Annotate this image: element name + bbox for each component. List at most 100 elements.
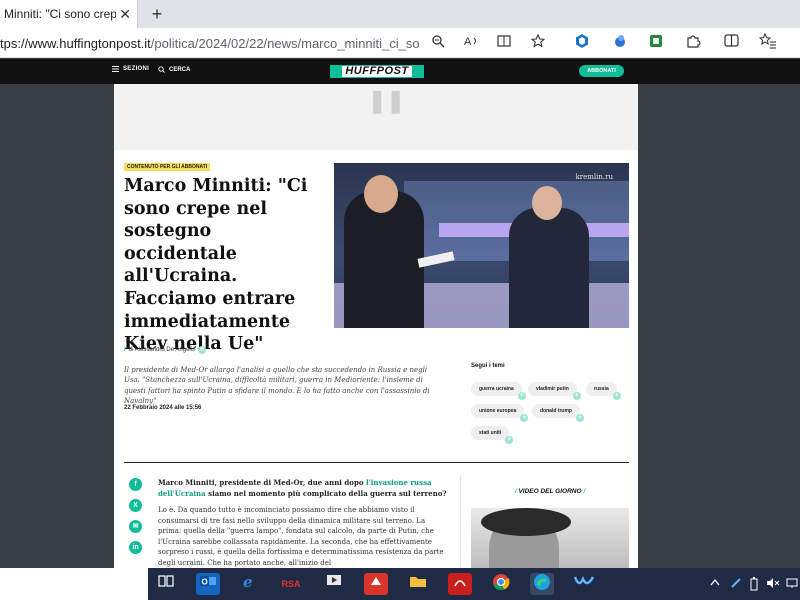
browser-tab[interactable]: Minniti: "Ci sono crepe ne ✕	[0, 0, 138, 28]
address-bar: tps://www.huffingtonpost.it/politica/202…	[0, 28, 800, 58]
pen-icon[interactable]	[730, 577, 742, 592]
interview-answer: Lo è. Da quando tutto è incominciato pos…	[158, 506, 444, 567]
tag-label: stati uniti	[479, 430, 502, 436]
file-explorer-icon[interactable]	[406, 573, 430, 595]
close-icon[interactable]: ✕	[119, 6, 131, 23]
share-x-icon[interactable]: X	[129, 499, 142, 512]
url-field[interactable]: tps://www.huffingtonpost.it/politica/202…	[0, 28, 420, 58]
os-taskbar: O e RSA	[0, 568, 800, 600]
favorites-list-icon[interactable]	[758, 32, 778, 53]
article-headline: Marco Minniti: "Ci sono crepe nel sosteg…	[124, 176, 308, 355]
tag-label: unione europea	[479, 408, 517, 414]
extension-green-icon[interactable]	[646, 33, 666, 53]
tag-guerra-ucraina[interactable]: guerra ucraina +	[471, 382, 526, 400]
subscriber-badge: CONTENUTO PER GLI ABBONATI	[124, 163, 211, 171]
battery-icon[interactable]	[750, 577, 758, 594]
task-view-icon[interactable]	[154, 573, 178, 595]
byline-slash: /	[124, 347, 126, 353]
tray-chevron-up-icon[interactable]	[710, 577, 720, 589]
sections-label: SEZIONI	[123, 66, 150, 72]
share-email-icon[interactable]: ✉	[129, 520, 142, 533]
photo-interviewer-head	[364, 175, 398, 213]
author-name[interactable]: di Alessandro De Angelis	[129, 347, 195, 353]
extensions-puzzle-icon[interactable]	[683, 33, 703, 53]
byline: / di Alessandro De Angelis +	[124, 346, 207, 354]
follow-tag-plus-icon[interactable]: +	[517, 392, 526, 400]
tag-label: russia	[594, 386, 609, 392]
subscribe-button[interactable]: ABBONATI	[579, 65, 624, 77]
search-icon	[158, 66, 165, 73]
tag-unione-europea[interactable]: unione europea +	[471, 404, 529, 422]
photo-interviewee	[509, 208, 589, 328]
svg-text:e: e	[243, 573, 253, 589]
interview-question: Marco Minniti, presidente di Med-Or, due…	[158, 478, 448, 499]
media-player-icon[interactable]	[322, 573, 346, 595]
acrobat-icon[interactable]	[448, 573, 472, 595]
article-page: ❚❚ CONTENUTO PER GLI ABBONATI Marco Minn…	[114, 84, 638, 568]
follow-tag-plus-icon[interactable]: +	[505, 436, 514, 444]
sections-menu-button[interactable]: SEZIONI	[112, 66, 149, 72]
volume-muted-icon[interactable]	[766, 577, 780, 592]
taskbar-search-area[interactable]	[0, 568, 148, 600]
new-tab-button[interactable]: +	[146, 3, 168, 25]
tag-stati-uniti[interactable]: stati uniti +	[471, 426, 514, 444]
hamburger-icon	[112, 66, 119, 72]
follow-author-plus-icon[interactable]: +	[198, 346, 207, 354]
follow-tag-plus-icon[interactable]: +	[572, 392, 581, 400]
tag-donald-trump[interactable]: donald trump +	[532, 404, 584, 422]
share-facebook-icon[interactable]: f	[129, 478, 142, 491]
follow-tag-plus-icon[interactable]: +	[612, 392, 621, 400]
search-label: CERCA	[169, 66, 191, 73]
huffpost-logo[interactable]: HUFFPOST	[330, 65, 424, 78]
tag-label: vladimir putin	[536, 386, 569, 392]
tag-russia[interactable]: russia +	[586, 382, 621, 400]
photo-watermark: kremlin.ru	[575, 173, 613, 181]
site-header: SEZIONI CERCA HUFFPOST ABBONATI	[0, 59, 800, 84]
share-linkedin-icon[interactable]: in	[129, 541, 142, 554]
follow-tag-plus-icon[interactable]: +	[520, 414, 529, 422]
article-body: Marco Minniti, presidente di Med-Or, due…	[158, 478, 448, 568]
video-hair	[481, 508, 571, 536]
url-path: /politica/2024/02/22/news/marco_minniti_…	[150, 35, 420, 51]
section-divider	[124, 462, 629, 463]
themes-title: Segui i temi	[471, 363, 505, 369]
tag-label: guerra ucraina	[479, 386, 514, 392]
internet-explorer-icon[interactable]: e	[238, 573, 262, 595]
ad-placeholder-icon: ❚❚	[368, 88, 405, 114]
video-slash-left: /	[514, 488, 517, 495]
article-lead: Il presidente di Med-Or allarga l'analis…	[124, 366, 430, 406]
video-thumbnail[interactable]	[471, 508, 629, 568]
question-text-end: siamo nel momento più complicato della g…	[205, 488, 447, 498]
edge-icon[interactable]	[530, 573, 554, 595]
app-red-icon[interactable]	[364, 573, 388, 595]
favorite-star-icon[interactable]	[528, 33, 548, 53]
search-button[interactable]: CERCA	[158, 66, 190, 73]
logo-text: HUFFPOST	[342, 66, 412, 77]
zoom-icon[interactable]	[428, 33, 448, 53]
webex-icon[interactable]	[572, 573, 596, 595]
split-screen-icon[interactable]	[722, 33, 742, 53]
chrome-icon[interactable]	[489, 573, 513, 595]
sidebar-rule	[460, 476, 461, 568]
follow-tag-plus-icon[interactable]: +	[575, 414, 584, 422]
video-of-day-title: / VIDEO DEL GIORNO /	[471, 488, 629, 495]
svg-text:A: A	[464, 36, 472, 48]
svg-text:O: O	[202, 578, 208, 587]
publish-date: 22 Febbraio 2024 alle 15:56	[124, 405, 202, 411]
video-title-text: VIDEO DEL GIORNO	[518, 488, 582, 495]
photo-interviewee-head	[532, 186, 562, 220]
tag-label: donald trump	[540, 408, 572, 414]
question-text: Marco Minniti, presidente di Med-Or, due…	[158, 478, 366, 487]
tab-title: Minniti: "Ci sono crepe ne	[4, 7, 116, 21]
extension-blue-icon[interactable]	[610, 33, 630, 53]
url-host: tps://www.huffingtonpost.it	[0, 35, 151, 51]
tag-vladimir-putin[interactable]: vladimir putin +	[528, 382, 581, 400]
network-icon[interactable]	[786, 577, 798, 592]
browser-tab-bar: Minniti: "Ci sono crepe ne ✕ +	[0, 0, 800, 28]
article-photo[interactable]: kremlin.ru	[334, 163, 629, 328]
outlook-icon[interactable]: O	[196, 573, 220, 595]
read-aloud-icon[interactable]: A	[462, 33, 482, 53]
extension-shield-icon[interactable]	[572, 33, 592, 53]
rsa-icon[interactable]: RSA	[279, 573, 303, 595]
immersive-reader-icon[interactable]	[495, 33, 515, 53]
